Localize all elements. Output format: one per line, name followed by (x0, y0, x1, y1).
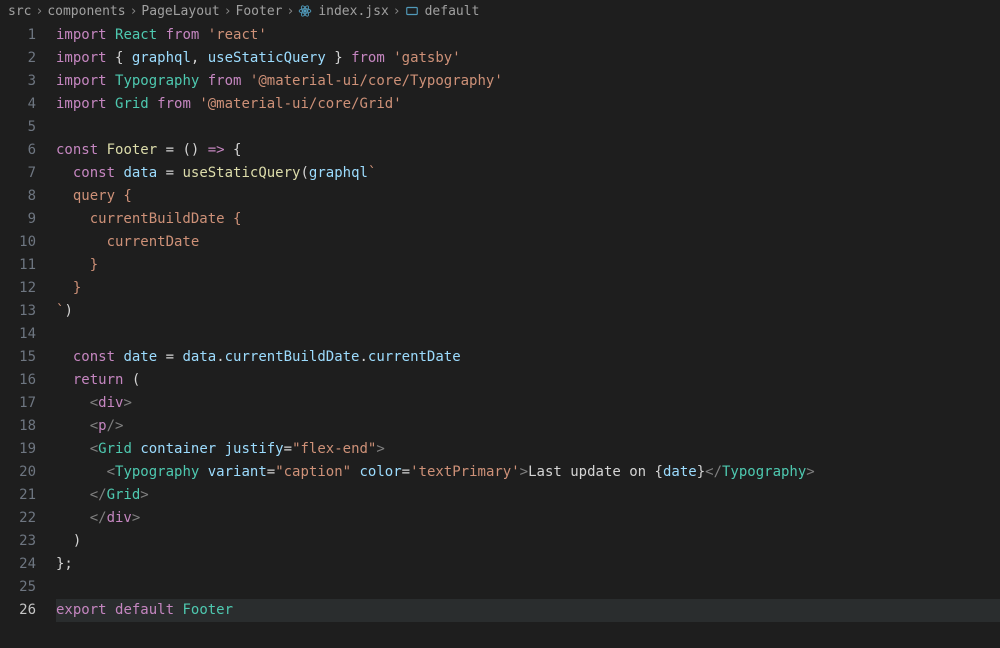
chevron-right-icon: › (224, 4, 232, 19)
line-number: 24 (0, 553, 36, 576)
line-number: 2 (0, 47, 36, 70)
code-line[interactable]: } (56, 254, 1000, 277)
code-line[interactable]: import Grid from '@material-ui/core/Grid… (56, 93, 1000, 116)
code-line[interactable]: return ( (56, 369, 1000, 392)
line-number: 12 (0, 277, 36, 300)
line-number: 10 (0, 231, 36, 254)
code-line[interactable]: <p/> (56, 415, 1000, 438)
breadcrumb-item[interactable]: index.jsx (318, 4, 388, 19)
breadcrumb-item[interactable]: Footer (236, 4, 283, 19)
code-line[interactable]: } (56, 277, 1000, 300)
line-number: 16 (0, 369, 36, 392)
react-file-icon (298, 4, 312, 18)
code-line[interactable]: currentDate (56, 231, 1000, 254)
chevron-right-icon: › (130, 4, 138, 19)
breadcrumb-item[interactable]: src (8, 4, 31, 19)
code-line[interactable]: <Grid container justify="flex-end"> (56, 438, 1000, 461)
line-number: 1 (0, 24, 36, 47)
code-line[interactable]: const Footer = () => { (56, 139, 1000, 162)
code-line[interactable]: `) (56, 300, 1000, 323)
breadcrumb-item[interactable]: components (47, 4, 125, 19)
breadcrumb: src › components › PageLayout › Footer ›… (0, 0, 1000, 22)
line-number: 14 (0, 323, 36, 346)
chevron-right-icon: › (35, 4, 43, 19)
line-number: 23 (0, 530, 36, 553)
symbol-variable-icon (405, 4, 419, 18)
line-number: 20 (0, 461, 36, 484)
code-line[interactable]: query { (56, 185, 1000, 208)
code-line[interactable]: ) (56, 530, 1000, 553)
chevron-right-icon: › (287, 4, 295, 19)
line-number: 19 (0, 438, 36, 461)
line-number-gutter: 1234567891011121314151617181920212223242… (0, 24, 56, 622)
code-line[interactable]: import { graphql, useStaticQuery } from … (56, 47, 1000, 70)
chevron-right-icon: › (393, 4, 401, 19)
code-line[interactable] (56, 323, 1000, 346)
line-number: 5 (0, 116, 36, 139)
line-number: 11 (0, 254, 36, 277)
breadcrumb-item[interactable]: default (425, 4, 480, 19)
line-number: 13 (0, 300, 36, 323)
code-line[interactable]: const data = useStaticQuery(graphql` (56, 162, 1000, 185)
line-number: 3 (0, 70, 36, 93)
code-line[interactable] (56, 576, 1000, 599)
line-number: 25 (0, 576, 36, 599)
code-line[interactable]: </Grid> (56, 484, 1000, 507)
code-line[interactable]: const date = data.currentBuildDate.curre… (56, 346, 1000, 369)
code-line[interactable]: currentBuildDate { (56, 208, 1000, 231)
breadcrumb-item[interactable]: PageLayout (141, 4, 219, 19)
code-line[interactable] (56, 116, 1000, 139)
line-number: 6 (0, 139, 36, 162)
code-editor[interactable]: 1234567891011121314151617181920212223242… (0, 22, 1000, 622)
code-line[interactable]: import Typography from '@material-ui/cor… (56, 70, 1000, 93)
line-number: 4 (0, 93, 36, 116)
line-number: 8 (0, 185, 36, 208)
line-number: 26 (0, 599, 36, 622)
code-line[interactable]: </div> (56, 507, 1000, 530)
code-area[interactable]: import React from 'react'import { graphq… (56, 24, 1000, 622)
line-number: 18 (0, 415, 36, 438)
code-line[interactable]: export default Footer (56, 599, 1000, 622)
code-line[interactable]: <Typography variant="caption" color='tex… (56, 461, 1000, 484)
line-number: 15 (0, 346, 36, 369)
line-number: 21 (0, 484, 36, 507)
code-line[interactable]: import React from 'react' (56, 24, 1000, 47)
line-number: 7 (0, 162, 36, 185)
line-number: 9 (0, 208, 36, 231)
line-number: 17 (0, 392, 36, 415)
code-line[interactable]: }; (56, 553, 1000, 576)
code-line[interactable]: <div> (56, 392, 1000, 415)
line-number: 22 (0, 507, 36, 530)
